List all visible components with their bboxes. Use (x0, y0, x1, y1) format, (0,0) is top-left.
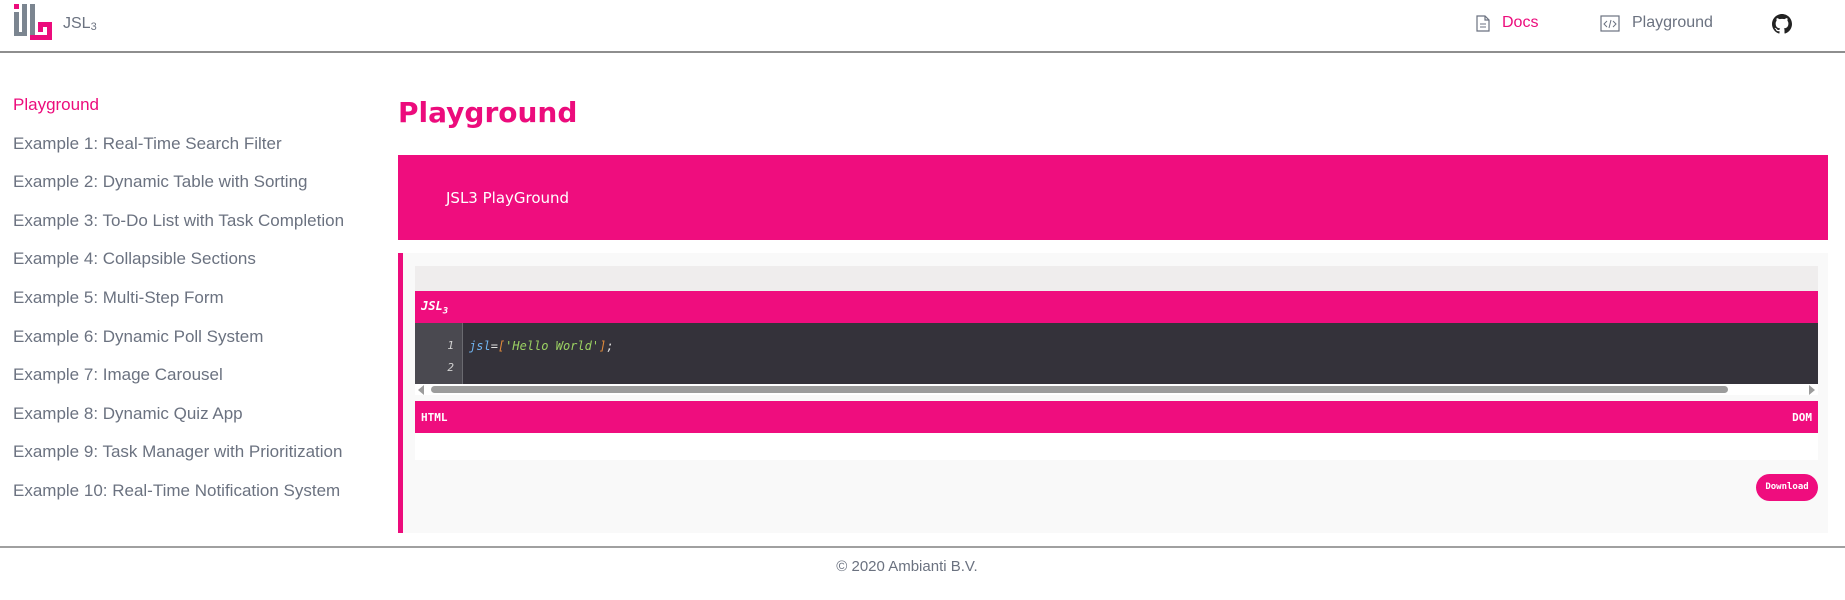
output-area (415, 433, 1818, 460)
nav-playground-link[interactable]: Playground (1600, 14, 1713, 32)
code-icon (1600, 14, 1620, 32)
line-number: 1 (447, 339, 454, 352)
editor-header: JSL3 (415, 291, 1818, 323)
code-line[interactable]: jsl=['Hello World']; (469, 339, 614, 353)
playground-panel: JSL3 1 2 jsl=['Hello World']; HTML DOM D… (398, 253, 1828, 533)
brand-name[interactable]: JSL3 (63, 15, 97, 33)
sidebar-item-playground[interactable]: Playground (13, 94, 373, 133)
playground-banner: JSL3 PlayGround (398, 155, 1828, 240)
sidebar-item-example-7[interactable]: Example 7: Image Carousel (13, 364, 373, 403)
page-title: Playground (398, 96, 578, 129)
output-header: HTML DOM (415, 401, 1818, 433)
nav-docs-link[interactable]: Docs (1476, 14, 1538, 32)
sidebar-item-example-10[interactable]: Example 10: Real-Time Notification Syste… (13, 480, 373, 519)
jsl-logo-icon[interactable] (12, 2, 54, 44)
sidebar-item-example-4[interactable]: Example 4: Collapsible Sections (13, 248, 373, 287)
sidebar-item-example-3[interactable]: Example 3: To-Do List with Task Completi… (13, 210, 373, 249)
panel-toolbar (415, 266, 1818, 291)
line-gutter: 1 2 (415, 323, 463, 384)
nav-playground-label: Playground (1632, 14, 1713, 31)
output-dom-tab[interactable]: DOM (1792, 411, 1812, 424)
sidebar-nav: Playground Example 1: Real-Time Search F… (13, 94, 373, 519)
line-number: 2 (447, 361, 454, 374)
scroll-left-icon[interactable] (418, 385, 424, 395)
sidebar-item-example-6[interactable]: Example 6: Dynamic Poll System (13, 326, 373, 365)
output-html-tab[interactable]: HTML (421, 411, 448, 424)
editor-label: JSL3 (421, 299, 449, 317)
nav-docs-label: Docs (1502, 14, 1539, 31)
footer-copyright: © 2020 Ambianti B.V. (836, 558, 978, 575)
github-icon[interactable] (1772, 14, 1792, 34)
footer-divider (0, 546, 1845, 548)
sidebar-item-example-8[interactable]: Example 8: Dynamic Quiz App (13, 403, 373, 442)
sidebar-item-example-2[interactable]: Example 2: Dynamic Table with Sorting (13, 171, 373, 210)
code-editor[interactable]: 1 2 jsl=['Hello World']; (415, 323, 1818, 384)
sidebar-item-example-5[interactable]: Example 5: Multi-Step Form (13, 287, 373, 326)
scroll-thumb[interactable] (431, 386, 1728, 393)
sidebar-item-example-9[interactable]: Example 9: Task Manager with Prioritizat… (13, 441, 373, 480)
sidebar-item-example-1[interactable]: Example 1: Real-Time Search Filter (13, 133, 373, 172)
scroll-right-icon[interactable] (1809, 385, 1815, 395)
top-header: JSL3 Docs Playground (0, 0, 1845, 53)
horizontal-scrollbar[interactable] (415, 384, 1818, 395)
download-button[interactable]: Download (1756, 474, 1818, 501)
document-icon (1476, 14, 1490, 32)
banner-text: JSL3 PlayGround (446, 189, 570, 207)
